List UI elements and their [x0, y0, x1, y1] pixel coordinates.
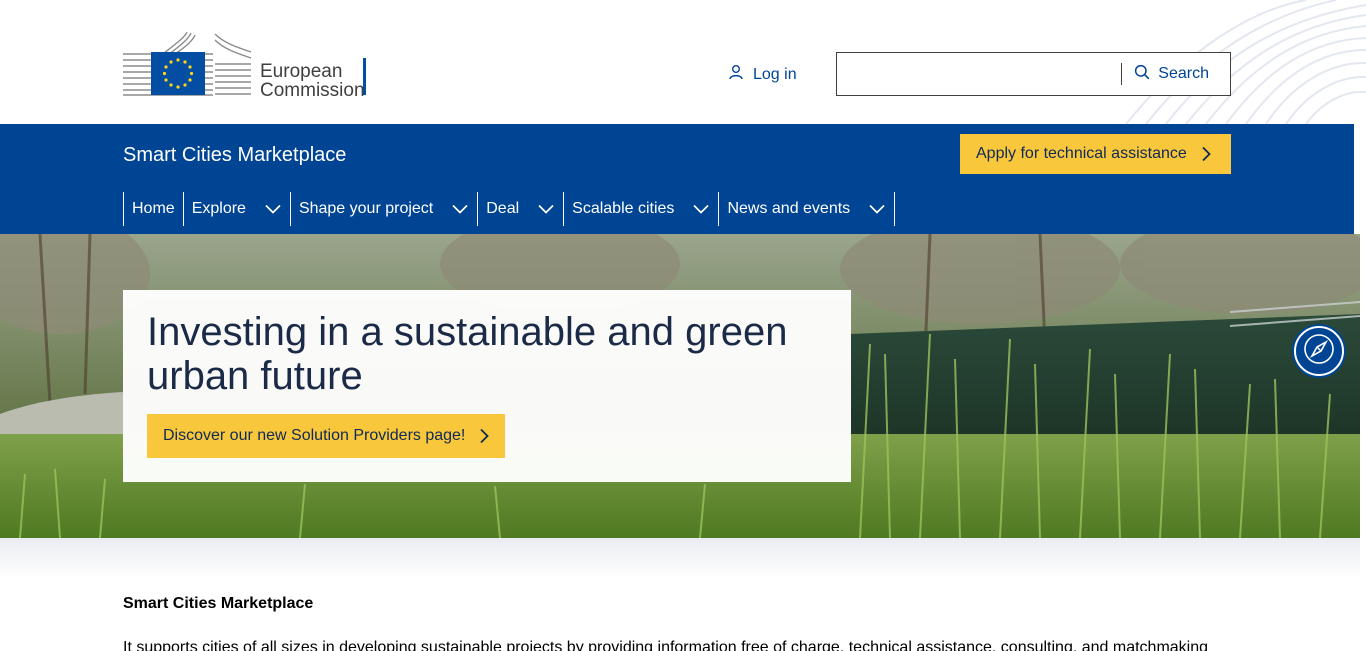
intro-paragraph: It supports cities of all sizes in devel… [123, 639, 1209, 651]
chevron-right-icon [479, 428, 490, 444]
nav-item-explore[interactable]: Explore [184, 192, 291, 226]
hero-card: Investing in a sustainable and green urb… [123, 290, 851, 482]
search-icon [1134, 64, 1150, 85]
chevron-down-icon[interactable] [868, 203, 886, 215]
chevron-down-icon[interactable] [451, 203, 469, 215]
apply-button-label: Apply for technical assistance [976, 145, 1187, 162]
main-navigation: Home Explore Shape your project Deal Sca… [123, 192, 896, 226]
login-label: Log in [753, 65, 797, 83]
hero-shadow [0, 538, 1360, 578]
chevron-down-icon[interactable] [264, 203, 282, 215]
search-button-label: Search [1158, 65, 1209, 82]
compass-icon [1302, 332, 1336, 371]
nav-item-shape-your-project[interactable]: Shape your project [291, 192, 479, 226]
hero-title: Investing in a sustainable and green urb… [147, 310, 788, 398]
apply-technical-assistance-button[interactable]: Apply for technical assistance [960, 134, 1231, 174]
nav-item-scalable-cities[interactable]: Scalable cities [564, 192, 720, 226]
solution-providers-button[interactable]: Discover our new Solution Providers page… [147, 414, 505, 458]
nav-item-news-and-events[interactable]: News and events [719, 192, 896, 226]
nav-item-deal[interactable]: Deal [478, 192, 565, 226]
search-input[interactable] [837, 53, 1122, 95]
svg-text:European: European [260, 61, 342, 82]
nav-item-label: News and events [727, 200, 851, 217]
chevron-down-icon[interactable] [537, 203, 555, 215]
nav-item-label: Scalable cities [572, 200, 675, 217]
user-icon [728, 64, 744, 85]
svg-text:Commission: Commission [260, 80, 365, 98]
nav-item-label: Explore [191, 200, 246, 217]
section-heading: Smart Cities Marketplace [123, 595, 314, 612]
european-commission-logo[interactable]: European Commission [123, 32, 373, 98]
nav-item-label: Home [132, 200, 175, 217]
nav-item-label: Shape your project [298, 200, 434, 217]
chevron-right-icon [1201, 146, 1211, 162]
top-header: European Commission Log in Search [0, 0, 1366, 124]
site-header-band: Smart Cities Marketplace Apply for techn… [0, 124, 1354, 234]
search-form: Search [836, 52, 1231, 96]
hero-cta-label: Discover our new Solution Providers page… [163, 427, 466, 444]
nav-item-home[interactable]: Home [124, 192, 184, 226]
site-title[interactable]: Smart Cities Marketplace [123, 144, 346, 167]
hero-banner: Investing in a sustainable and green urb… [0, 234, 1360, 538]
search-button[interactable]: Search [1122, 53, 1230, 95]
nav-item-label: Deal [486, 200, 520, 217]
eu-logo-graphic: European Commission [123, 32, 366, 98]
compass-button[interactable] [1294, 326, 1344, 376]
login-link[interactable]: Log in [728, 64, 797, 85]
chevron-down-icon[interactable] [692, 203, 710, 215]
